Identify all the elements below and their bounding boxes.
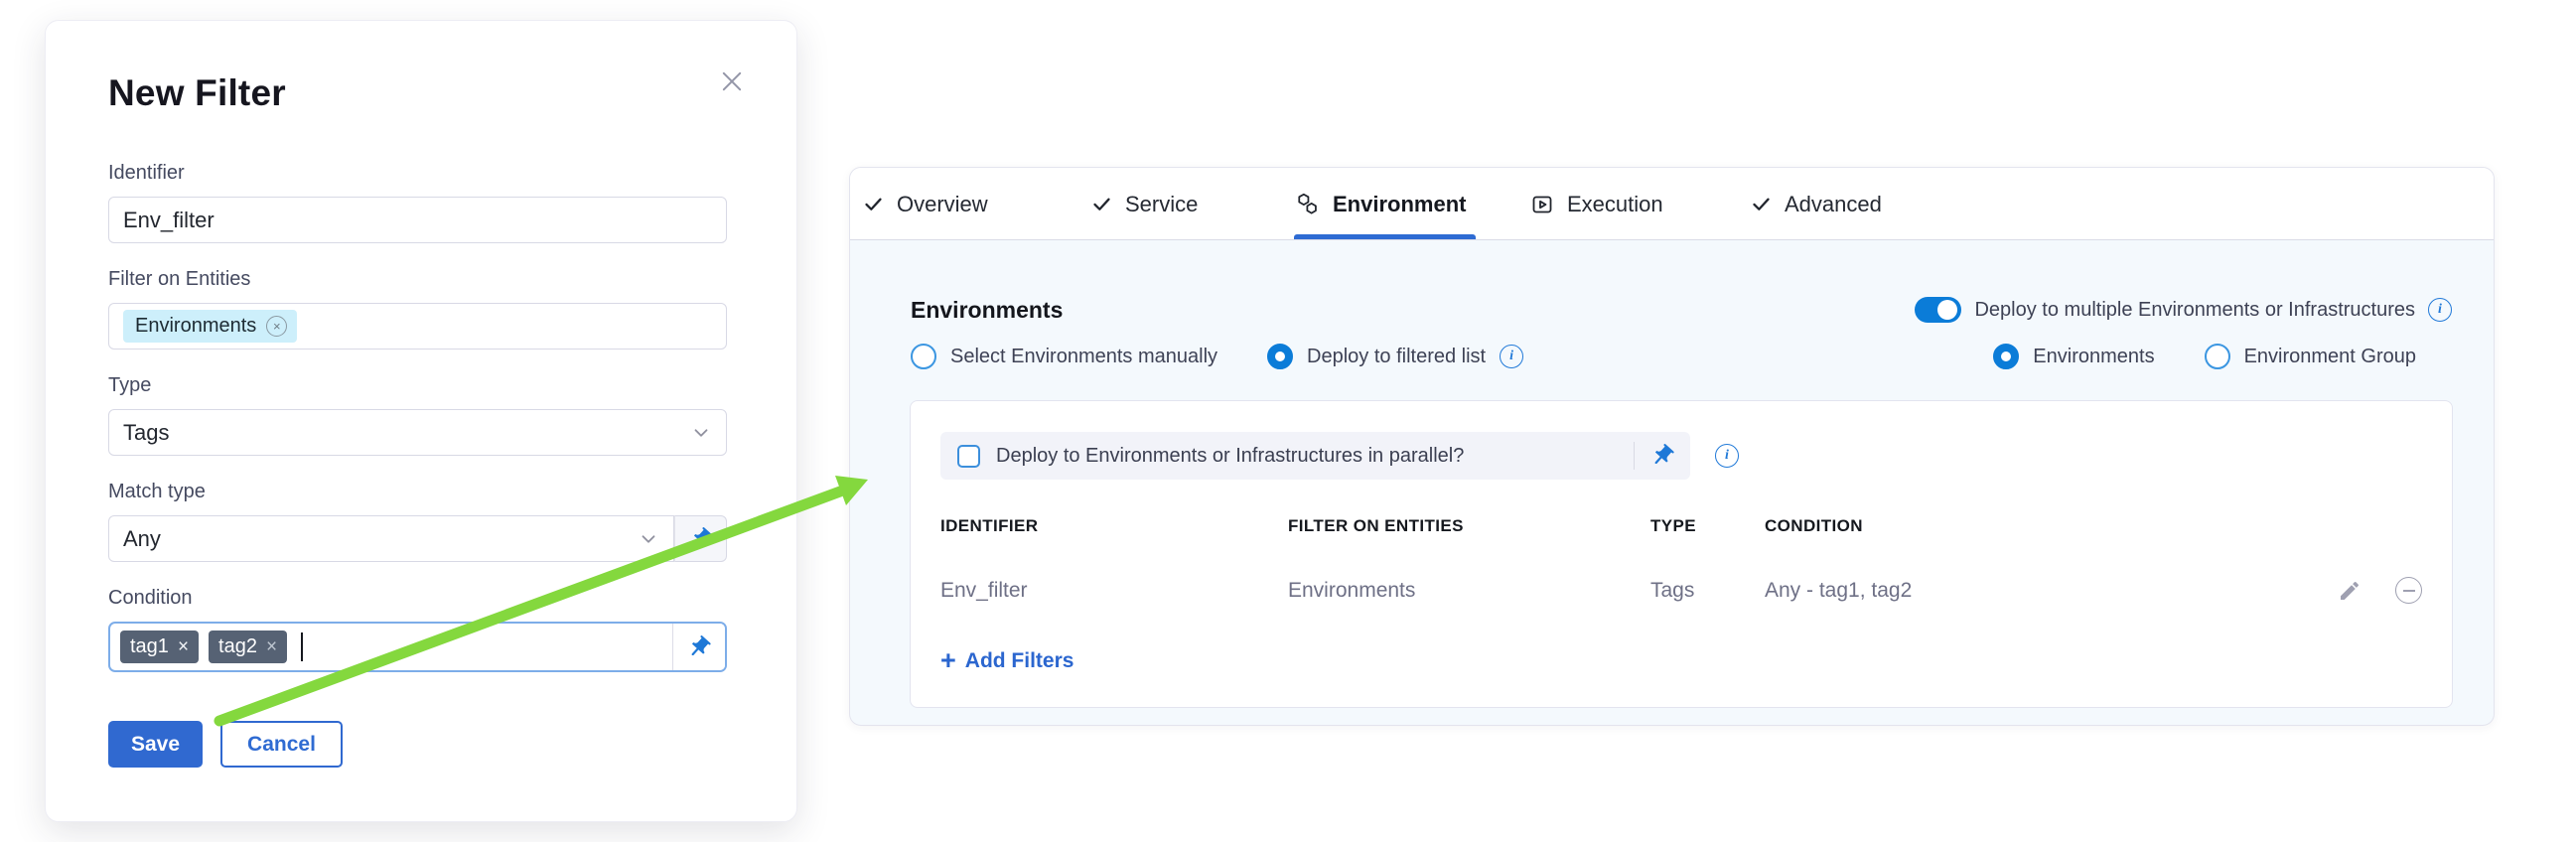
add-filters-label: Add Filters bbox=[965, 649, 1074, 673]
col-header-type: TYPE bbox=[1650, 516, 1765, 536]
tab-advanced[interactable]: Advanced bbox=[1751, 168, 1882, 240]
condition-tag-label: tag2 bbox=[218, 635, 257, 658]
text-cursor bbox=[301, 632, 303, 661]
filters-table: IDENTIFIER FILTER ON ENTITIES TYPE CONDI… bbox=[940, 516, 2422, 604]
radio-label: Select Environments manually bbox=[950, 346, 1217, 368]
remove-row-icon[interactable] bbox=[2395, 577, 2422, 604]
entity-chip-label: Environments bbox=[135, 315, 256, 338]
chevron-down-icon bbox=[638, 528, 659, 550]
cell-identifier: Env_filter bbox=[940, 579, 1288, 603]
condition-tag-chip: tag1 × bbox=[120, 631, 199, 663]
tab-label: Advanced bbox=[1785, 192, 1882, 217]
check-icon bbox=[863, 194, 884, 214]
type-select[interactable]: Tags bbox=[108, 409, 727, 456]
toggle-label: Deploy to multiple Environments or Infra… bbox=[1974, 299, 2415, 322]
tab-overview[interactable]: Overview bbox=[863, 168, 988, 240]
check-icon bbox=[1091, 194, 1112, 214]
modal-title: New Filter bbox=[108, 72, 739, 114]
cell-condition: Any - tag1, tag2 bbox=[1765, 579, 2293, 603]
tab-label: Service bbox=[1125, 192, 1198, 217]
environments-heading: Environments bbox=[911, 297, 1523, 324]
add-filters-button[interactable]: + Add Filters bbox=[940, 647, 1073, 674]
parallel-deploy-option: Deploy to Environments or Infrastructure… bbox=[940, 432, 1690, 480]
parallel-checkbox[interactable] bbox=[957, 445, 980, 468]
filter-on-entities-label: Filter on Entities bbox=[108, 268, 739, 291]
tab-label: Environment bbox=[1333, 192, 1466, 217]
parallel-checkbox-label: Deploy to Environments or Infrastructure… bbox=[996, 445, 1619, 468]
cancel-button[interactable]: Cancel bbox=[220, 721, 343, 768]
identifier-label: Identifier bbox=[108, 162, 739, 185]
table-row: Env_filter Environments Tags Any - tag1,… bbox=[940, 577, 2422, 604]
pin-runtime-input-icon[interactable] bbox=[674, 515, 727, 562]
environment-hexagons-icon bbox=[1295, 192, 1320, 216]
condition-input[interactable]: tag1 × tag2 × bbox=[108, 622, 727, 672]
radio-deploy-to-filtered-list[interactable] bbox=[1267, 344, 1293, 369]
tab-label: Overview bbox=[897, 192, 988, 217]
chip-remove-icon[interactable]: × bbox=[266, 316, 287, 337]
plus-icon: + bbox=[940, 647, 956, 674]
tab-environment[interactable]: Environment bbox=[1295, 168, 1466, 240]
col-header-identifier: IDENTIFIER bbox=[940, 516, 1288, 536]
radio-environments[interactable] bbox=[1993, 344, 2019, 369]
col-header-condition: CONDITION bbox=[1765, 516, 2293, 536]
chevron-down-icon bbox=[690, 422, 712, 444]
environment-panel: Overview Service Environment bbox=[849, 167, 2495, 726]
filters-card: Deploy to Environments or Infrastructure… bbox=[910, 400, 2453, 708]
type-value: Tags bbox=[123, 420, 169, 446]
save-button[interactable]: Save bbox=[108, 721, 203, 768]
match-type-select[interactable]: Any bbox=[108, 515, 674, 562]
cell-type: Tags bbox=[1650, 579, 1765, 603]
identifier-input[interactable]: Env_filter bbox=[108, 197, 727, 243]
match-type-value: Any bbox=[123, 526, 161, 552]
tab-execution[interactable]: Execution bbox=[1530, 168, 1663, 240]
filter-on-entities-input[interactable]: Environments × bbox=[108, 303, 727, 350]
type-label: Type bbox=[108, 374, 739, 397]
divider bbox=[1634, 442, 1635, 470]
info-icon[interactable]: i bbox=[1715, 444, 1739, 468]
pin-runtime-input-icon[interactable] bbox=[1649, 443, 1675, 469]
tab-label: Execution bbox=[1567, 192, 1663, 217]
new-filter-modal: New Filter Identifier Env_filter Filter … bbox=[45, 20, 797, 822]
pipeline-tabbar: Overview Service Environment bbox=[850, 168, 2494, 240]
radio-label: Environment Group bbox=[2244, 346, 2416, 368]
check-icon bbox=[1751, 194, 1772, 214]
pin-runtime-input-icon[interactable] bbox=[672, 624, 725, 670]
identifier-value: Env_filter bbox=[123, 208, 215, 233]
edit-pencil-icon[interactable] bbox=[2338, 579, 2361, 603]
chip-remove-icon[interactable]: × bbox=[266, 637, 277, 656]
deploy-multiple-toggle[interactable] bbox=[1915, 297, 1961, 323]
tab-service[interactable]: Service bbox=[1091, 168, 1198, 240]
radio-environment-group[interactable] bbox=[2205, 344, 2230, 369]
col-header-filter-on-entities: FILTER ON ENTITIES bbox=[1288, 516, 1650, 536]
execution-play-icon bbox=[1530, 193, 1554, 216]
condition-tag-label: tag1 bbox=[130, 635, 169, 658]
match-type-label: Match type bbox=[108, 481, 739, 503]
entity-chip: Environments × bbox=[123, 310, 297, 343]
condition-tag-chip: tag2 × bbox=[209, 631, 287, 663]
active-tab-underline bbox=[1294, 234, 1476, 239]
info-icon[interactable]: i bbox=[2428, 298, 2452, 322]
radio-label: Deploy to filtered list bbox=[1307, 346, 1486, 368]
cell-filter-on-entities: Environments bbox=[1288, 579, 1650, 603]
page: New Filter Identifier Env_filter Filter … bbox=[0, 0, 2576, 842]
radio-select-environments-manually[interactable] bbox=[911, 344, 936, 369]
chip-remove-icon[interactable]: × bbox=[178, 637, 189, 656]
radio-label: Environments bbox=[2033, 346, 2154, 368]
info-icon[interactable]: i bbox=[1500, 345, 1523, 368]
condition-label: Condition bbox=[108, 587, 739, 610]
